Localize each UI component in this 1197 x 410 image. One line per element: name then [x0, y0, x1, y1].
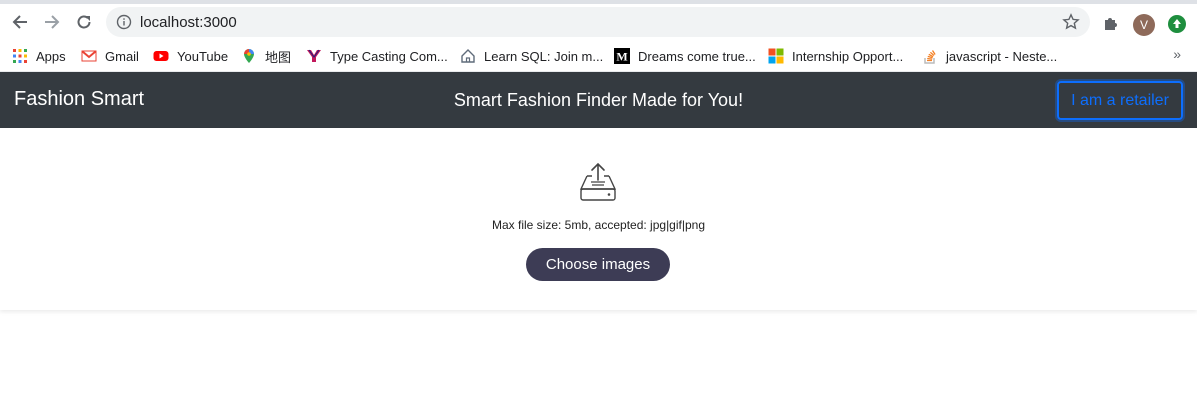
maps-icon — [244, 49, 254, 63]
bookmark-y-icon — [307, 49, 321, 62]
bookmark-label: Gmail — [105, 48, 139, 64]
microsoft-icon — [768, 48, 784, 64]
bookmark-label: YouTube — [177, 48, 229, 64]
bookmark-label: javascript - Neste... — [946, 48, 1058, 64]
house-icon — [461, 49, 475, 63]
bookmark-maps[interactable]: 地图 — [241, 47, 291, 65]
navbar-tagline: Smart Fashion Finder Made for You! — [453, 90, 744, 110]
site-info-icon[interactable] — [116, 14, 132, 30]
medium-icon: M — [614, 48, 630, 64]
bookmark-label: Internship Opport... — [792, 48, 904, 64]
address-bar[interactable]: localhost:3000 — [106, 7, 1090, 37]
reload-icon[interactable] — [74, 12, 94, 32]
bookmark-label: Apps — [36, 48, 66, 64]
bookmark-label: Dreams come true... — [638, 48, 756, 64]
forward-icon[interactable] — [42, 12, 62, 32]
profile-avatar[interactable]: V — [1133, 14, 1155, 36]
choose-images-button[interactable]: Choose images — [526, 248, 670, 281]
bookmark-label: Learn SQL: Join m... — [484, 48, 604, 64]
youtube-icon — [153, 51, 169, 61]
bookmarks-bar: Apps Gmail YouTube 地图 Type Casting Com..… — [0, 40, 1197, 72]
svg-text:M: M — [616, 50, 627, 64]
app-navbar: Fashion Smart Smart Fashion Finder Made … — [0, 72, 1197, 128]
upload-card: Max file size: 5mb, accepted: jpg|gif|pn… — [0, 128, 1197, 310]
bookmark-youtube[interactable]: YouTube — [153, 47, 228, 65]
more-bookmarks-button[interactable]: » — [1173, 46, 1181, 62]
bookmark-apps[interactable]: Apps — [12, 47, 66, 65]
bookmark-learn-sql[interactable]: Learn SQL: Join m... — [460, 47, 603, 65]
bookmark-label: 地图 — [265, 49, 292, 65]
update-icon[interactable] — [1168, 15, 1186, 33]
bookmark-dreams[interactable]: M Dreams come true... — [614, 47, 756, 65]
retailer-button[interactable]: I am a retailer — [1057, 81, 1183, 120]
apps-grid-icon — [13, 49, 27, 63]
bookmark-gmail[interactable]: Gmail — [81, 47, 139, 65]
back-icon[interactable] — [10, 12, 30, 32]
file-requirements-hint: Max file size: 5mb, accepted: jpg|gif|pn… — [491, 218, 705, 232]
bookmark-javascript[interactable]: javascript - Neste... — [922, 47, 1057, 65]
stackoverflow-icon — [924, 50, 936, 64]
bookmark-label: Type Casting Com... — [330, 48, 448, 64]
browser-toolbar: localhost:3000 V — [0, 4, 1197, 40]
upload-tray-icon — [579, 162, 617, 201]
gmail-icon — [81, 50, 97, 62]
url-text: localhost:3000 — [140, 14, 237, 31]
extensions-puzzle-icon[interactable] — [1102, 14, 1120, 32]
bookmark-type-casting[interactable]: Type Casting Com... — [306, 47, 448, 65]
bookmark-internship[interactable]: Internship Opport... — [768, 47, 903, 65]
bookmark-star-icon[interactable] — [1062, 13, 1080, 31]
